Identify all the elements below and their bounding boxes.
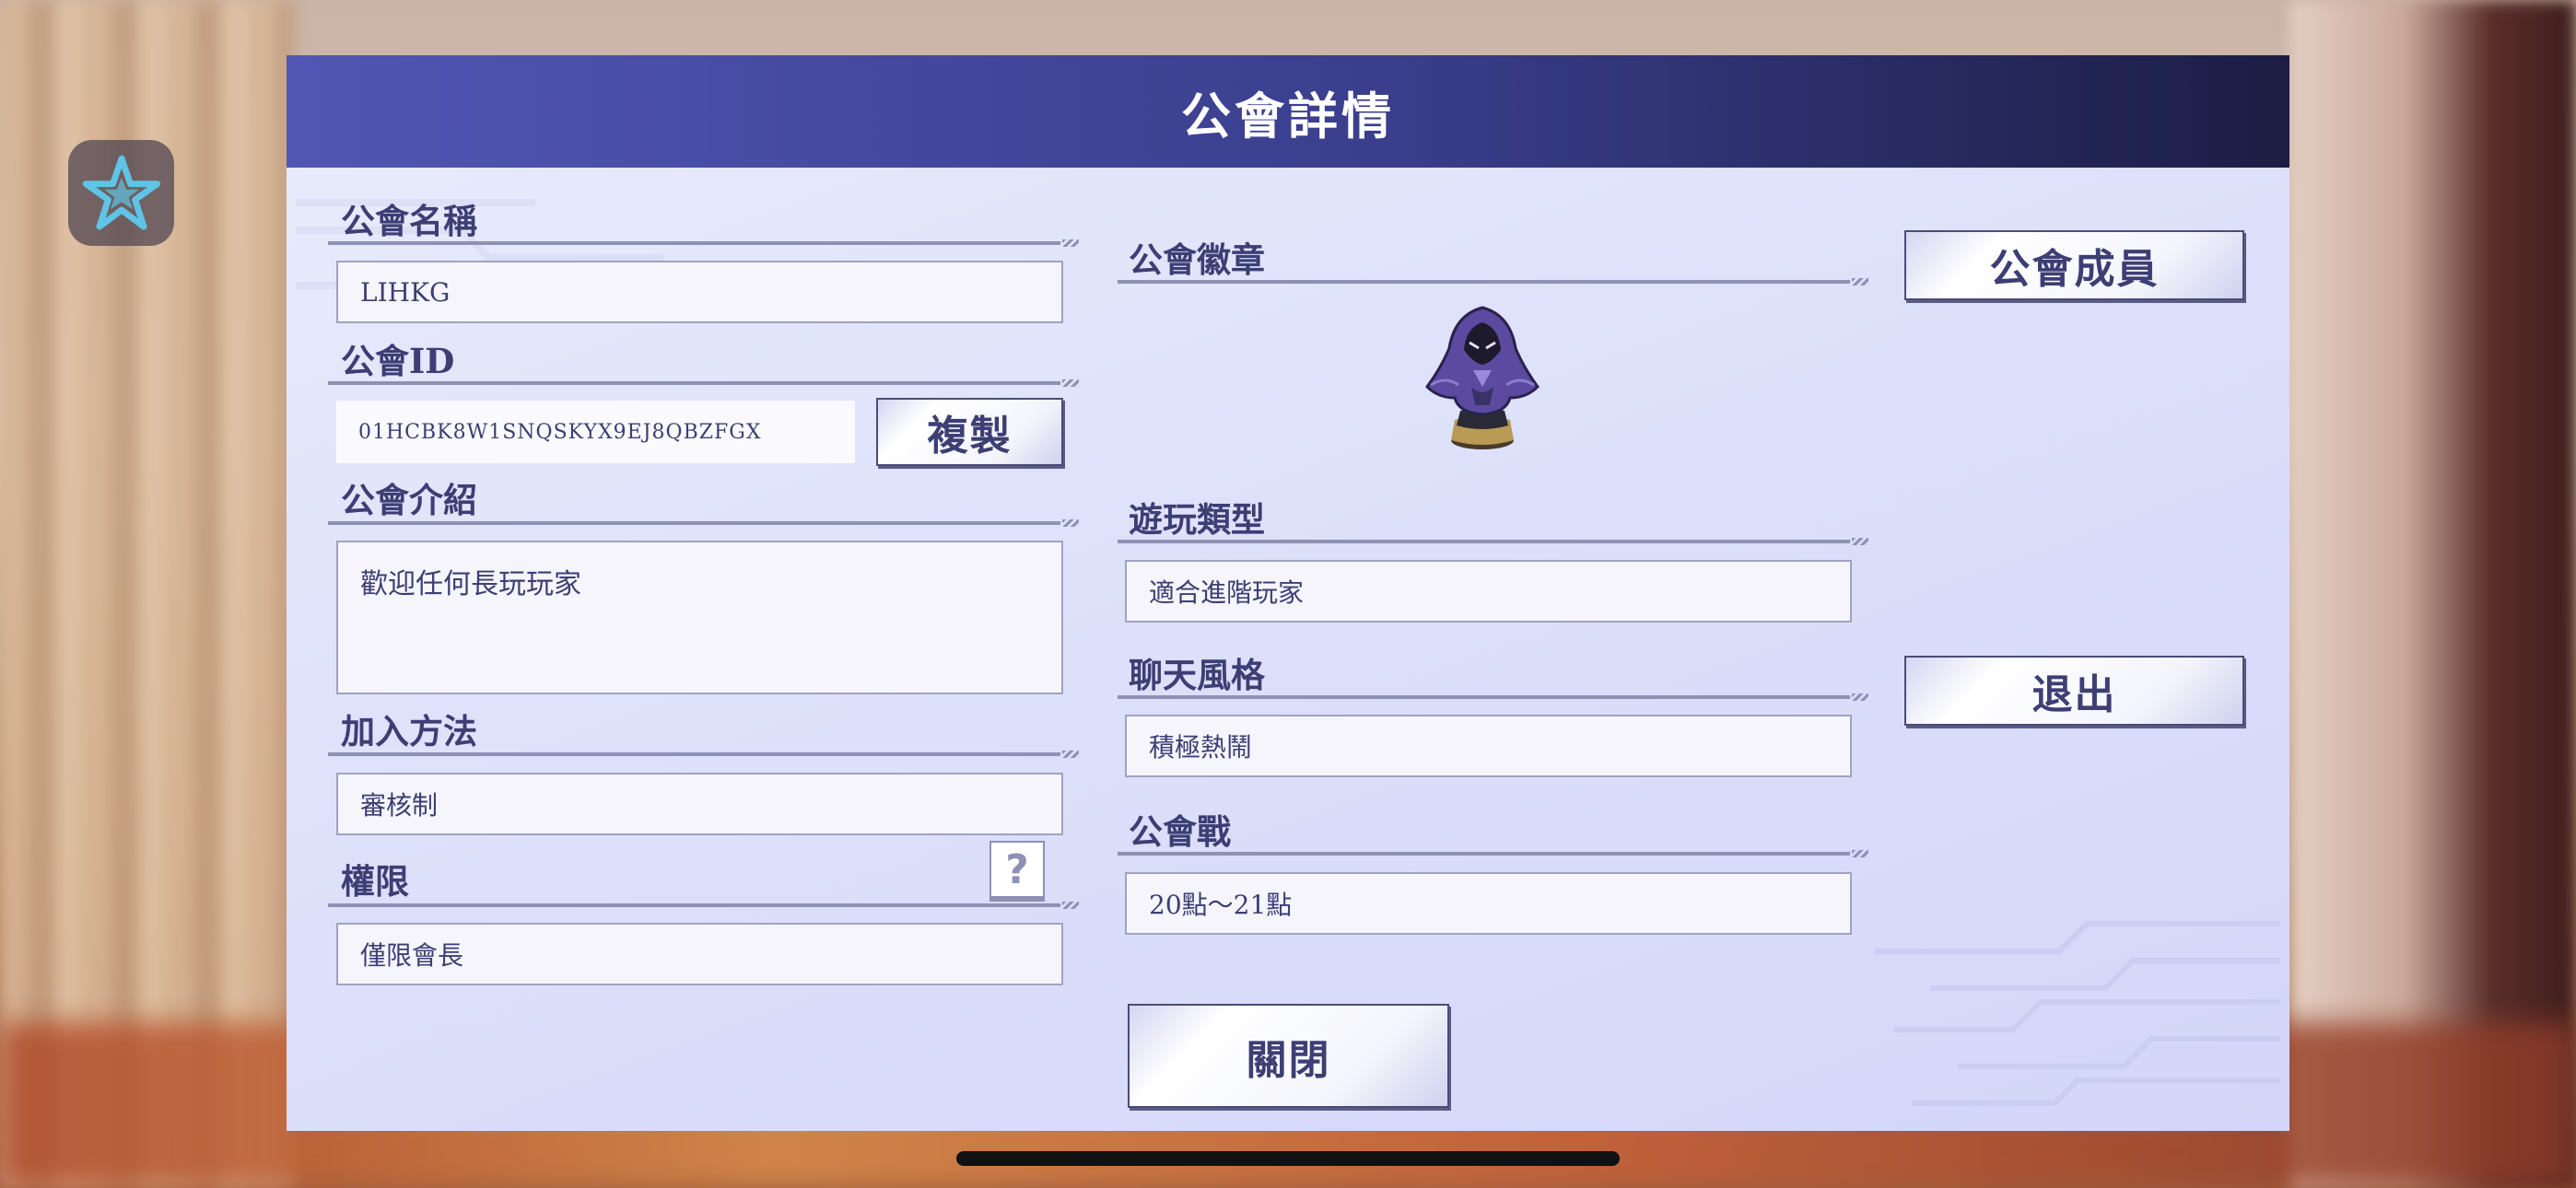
permission-field: 僅限會長 (336, 923, 1063, 985)
guild-emblem-divider (1118, 278, 1868, 285)
guild-members-button[interactable]: 公會成員 (1904, 230, 2244, 300)
guild-war-field: 20點～21點 (1125, 872, 1852, 935)
join-method-field: 審核制 (336, 773, 1063, 835)
guild-intro-label: 公會介紹 (341, 480, 477, 520)
chat-style-divider (1118, 693, 1868, 701)
guild-war-divider (1118, 850, 1868, 857)
join-method-label: 加入方法 (341, 711, 477, 751)
leave-guild-button[interactable]: 退出 (1904, 656, 2244, 726)
background-curtain-right (2290, 0, 2576, 1188)
guild-details-dialog: 公會詳情 公會名稱 LIHKG 公會ID 01HCBK8W1SNQSKYX9EJ… (287, 55, 2289, 1131)
star-icon (82, 155, 160, 230)
join-method-divider (328, 751, 1079, 758)
guild-war-label: 公會戰 (1129, 811, 1231, 852)
guild-id-field: 01HCBK8W1SNQSKYX9EJ8QBZFGX (336, 401, 855, 463)
guild-intro-divider (328, 519, 1079, 527)
permission-label: 權限 (341, 861, 409, 902)
play-type-field: 適合進階玩家 (1125, 560, 1852, 623)
play-type-label: 遊玩類型 (1129, 499, 1265, 540)
close-button[interactable]: 關閉 (1128, 1004, 1449, 1108)
home-indicator[interactable] (956, 1151, 1620, 1166)
permission-divider (328, 902, 1079, 909)
chat-style-label: 聊天風格 (1129, 655, 1265, 695)
permission-help-button[interactable]: ? (989, 841, 1045, 898)
chat-style-field: 積極熱鬧 (1125, 715, 1852, 777)
copy-id-button[interactable]: 複製 (876, 398, 1063, 466)
guild-name-divider (328, 239, 1079, 247)
guild-emblem-label: 公會徽章 (1129, 239, 1265, 280)
guild-intro-field: 歡迎任何長玩玩家 (336, 541, 1063, 694)
hooded-figure-emblem-icon (1425, 306, 1540, 449)
guild-id-label: 公會ID (341, 341, 455, 381)
dialog-header: 公會詳情 (287, 55, 2289, 168)
circuit-decoration (1875, 921, 2280, 1106)
star-menu-button[interactable] (68, 140, 174, 246)
guild-id-divider (328, 379, 1079, 387)
dialog-title: 公會詳情 (1181, 86, 1395, 146)
guild-name-label: 公會名稱 (341, 201, 477, 241)
play-type-divider (1118, 538, 1868, 545)
guild-name-field: LIHKG (336, 261, 1063, 323)
